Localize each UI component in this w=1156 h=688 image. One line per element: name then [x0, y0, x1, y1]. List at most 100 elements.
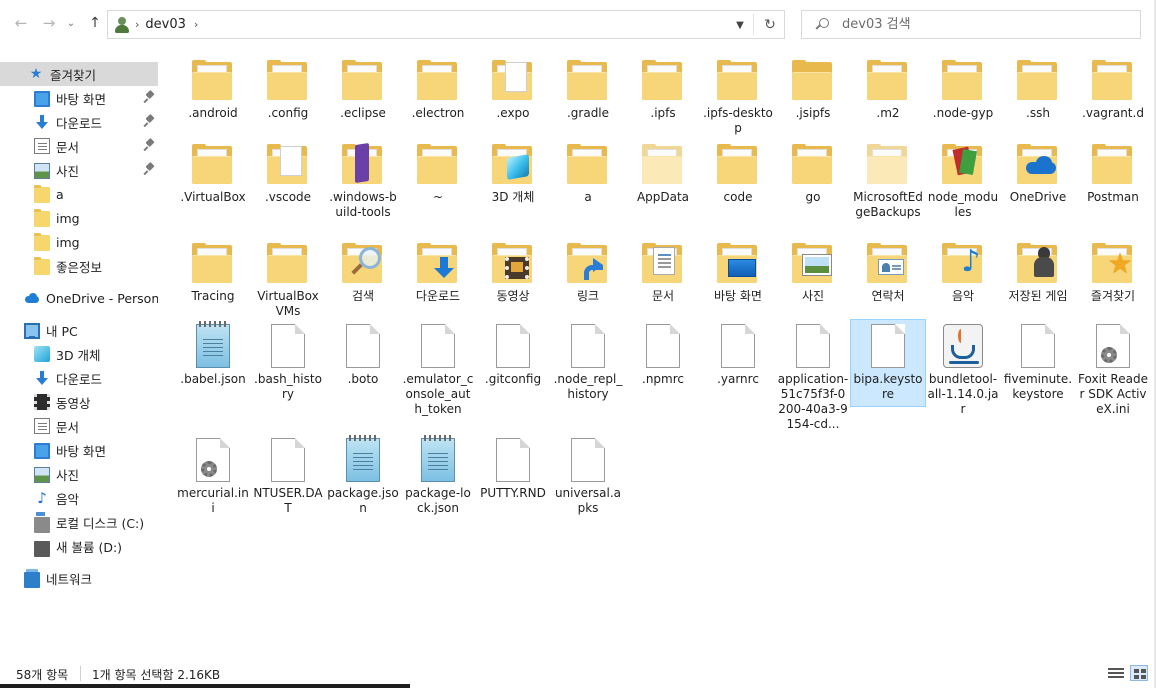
- file-item[interactable]: .yarnrc: [701, 322, 775, 387]
- file-item[interactable]: .npmrc: [626, 322, 700, 387]
- folder-item[interactable]: 문서: [626, 239, 700, 304]
- file-item[interactable]: bundletool-all-1.14.0.jar: [926, 322, 1000, 417]
- file-item[interactable]: Foxit Reader SDK ActiveX.ini: [1076, 322, 1150, 417]
- folder-icon: [414, 239, 462, 287]
- folder-item[interactable]: .vagrant.d: [1076, 56, 1150, 121]
- folder-item[interactable]: code: [701, 140, 775, 205]
- folder-item[interactable]: Tracing: [176, 239, 250, 304]
- folder-item[interactable]: .windows-build-tools: [326, 140, 400, 220]
- file-item[interactable]: package.json: [326, 435, 400, 516]
- folder-icon: [264, 140, 312, 188]
- folder-item[interactable]: .m2: [851, 56, 925, 121]
- folder-item[interactable]: 동영상: [476, 239, 550, 304]
- folder-item[interactable]: 3D 개체: [476, 140, 550, 205]
- folder-icon: [864, 140, 912, 188]
- folder-item[interactable]: a: [551, 140, 625, 205]
- file-item[interactable]: fiveminute.keystore: [1001, 322, 1075, 402]
- folder-item[interactable]: Postman: [1076, 140, 1150, 205]
- link-arrow-icon: [584, 257, 604, 280]
- folder-item[interactable]: .ssh: [1001, 56, 1075, 121]
- item-label: OneDrive: [1009, 190, 1067, 204]
- visual-studio-overlay-icon: [355, 143, 369, 183]
- folder-item[interactable]: 저장된 게임: [1001, 239, 1075, 304]
- folder-item[interactable]: .electron: [401, 56, 475, 121]
- folder-item[interactable]: .node-gyp: [926, 56, 1000, 121]
- item-label: Foxit Reader SDK ActiveX.ini: [1078, 372, 1148, 416]
- item-label: 음악: [951, 289, 975, 303]
- item-label: .m2: [876, 106, 900, 120]
- folder-item[interactable]: .gradle: [551, 56, 625, 121]
- item-label: bundletool-all-1.14.0.jar: [927, 372, 999, 416]
- item-label: package-lock.json: [405, 486, 471, 515]
- file-item[interactable]: .bash_history: [251, 322, 325, 402]
- file-item[interactable]: mercurial.ini: [176, 436, 250, 516]
- item-label: .boto: [347, 372, 379, 386]
- folder-icon: ★: [1089, 239, 1137, 287]
- folder-item[interactable]: 연락처: [851, 239, 925, 304]
- item-label: .windows-build-tools: [329, 190, 397, 219]
- folder-icon: [1014, 140, 1062, 188]
- folder-icon: [789, 140, 837, 188]
- item-label: .jsipfs: [795, 106, 831, 120]
- document-overlay-icon: [280, 146, 302, 176]
- folder-item[interactable]: OneDrive: [1001, 140, 1075, 205]
- search-icon: [359, 247, 381, 269]
- folder-item[interactable]: .ipfs: [626, 56, 700, 121]
- item-label: .yarnrc: [717, 372, 759, 386]
- file-item[interactable]: application-51c75f3f-0200-40a3-9154-cd..…: [776, 322, 850, 432]
- item-label: .vagrant.d: [1082, 106, 1144, 120]
- folder-item[interactable]: ♪ 음악: [926, 239, 1000, 304]
- file-item[interactable]: PUTTY.RND: [476, 436, 550, 501]
- file-item[interactable]: .gitconfig: [476, 322, 550, 387]
- file-item-selected[interactable]: bipa.keystore: [850, 319, 926, 407]
- file-item[interactable]: .node_repl_history: [551, 322, 625, 402]
- folder-item[interactable]: .ipfs-desktop: [701, 56, 775, 136]
- item-label: .ssh: [1026, 106, 1050, 120]
- desktop-icon: [728, 259, 756, 277]
- folder-icon: [414, 140, 462, 188]
- folder-icon: [564, 140, 612, 188]
- folder-item[interactable]: .android: [176, 56, 250, 121]
- folder-item[interactable]: .expo: [476, 56, 550, 121]
- file-item[interactable]: .emulator_console_auth_token: [401, 322, 475, 417]
- folder-item[interactable]: go: [776, 140, 850, 205]
- folder-item[interactable]: 사진: [776, 239, 850, 304]
- item-label: PUTTY.RND: [480, 486, 546, 500]
- item-label: 사진: [801, 289, 825, 303]
- folder-item[interactable]: node_modules: [926, 140, 1000, 220]
- item-label: mercurial.ini: [177, 486, 249, 515]
- file-list: .android .config .eclipse .electron .exp…: [0, 0, 1156, 656]
- file-icon: [414, 322, 462, 370]
- folder-item[interactable]: .vscode: [251, 140, 325, 205]
- folder-item[interactable]: MicrosoftEdgeBackups: [851, 140, 925, 220]
- file-item[interactable]: package-lock.json: [401, 435, 475, 516]
- file-item[interactable]: universal.apks: [551, 436, 625, 516]
- folder-icon: [1014, 56, 1062, 104]
- folder-icon: [714, 56, 762, 104]
- file-item[interactable]: .boto: [326, 322, 400, 387]
- folder-item[interactable]: 다운로드: [401, 239, 475, 304]
- folder-item[interactable]: .config: [251, 56, 325, 121]
- folder-icon: [789, 239, 837, 287]
- file-icon: [264, 436, 312, 484]
- folder-item[interactable]: VirtualBox VMs: [251, 239, 325, 319]
- file-item[interactable]: NTUSER.DAT: [251, 436, 325, 516]
- item-label: MicrosoftEdgeBackups: [853, 190, 923, 219]
- folder-item[interactable]: .eclipse: [326, 56, 400, 121]
- folder-icon: [639, 239, 687, 287]
- folder-item[interactable]: ★ 즐겨찾기: [1076, 239, 1150, 304]
- folder-item[interactable]: .jsipfs: [776, 56, 850, 121]
- item-label: .node-gyp: [932, 106, 994, 120]
- folder-icon: [489, 239, 537, 287]
- folder-item[interactable]: 바탕 화면: [701, 239, 775, 304]
- folder-item[interactable]: ~: [401, 140, 475, 205]
- item-label: .VirtualBox: [180, 190, 246, 204]
- folder-item[interactable]: AppData: [626, 140, 700, 205]
- folder-icon: [1014, 239, 1062, 287]
- folder-item[interactable]: .VirtualBox: [176, 140, 250, 205]
- folder-item[interactable]: 링크: [551, 239, 625, 304]
- file-item[interactable]: .babel.json: [176, 321, 250, 387]
- folder-item[interactable]: 검색: [326, 239, 400, 304]
- details-view-icon[interactable]: [1108, 667, 1124, 680]
- large-icons-view-icon[interactable]: [1130, 665, 1148, 681]
